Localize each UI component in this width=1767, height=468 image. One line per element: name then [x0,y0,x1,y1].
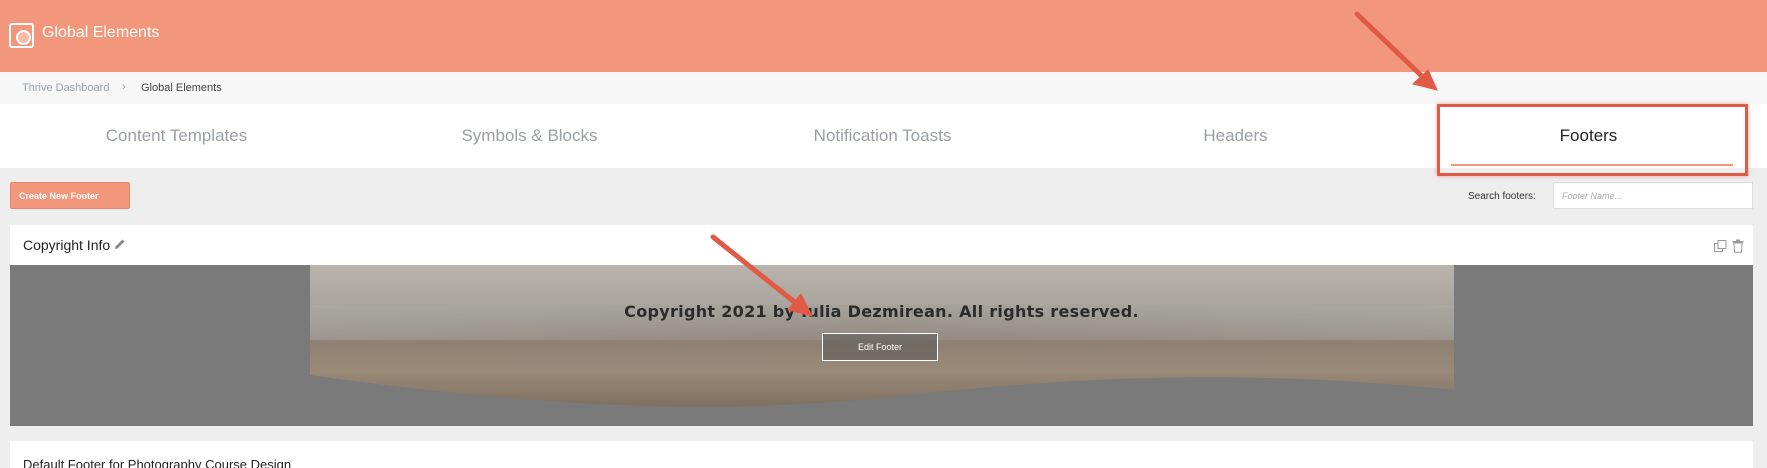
annotation-highlight-box [1437,104,1748,176]
create-new-footer-button[interactable]: Create New Footer [10,182,130,209]
footer-card: Copyright Info Copyright 2021 by Iulia D… [10,225,1753,426]
tab-content-templates[interactable]: Content Templates [0,104,353,168]
app-title: Global Elements [42,24,160,41]
breadcrumb-dashboard-link[interactable]: Thrive Dashboard [22,82,109,94]
search-input[interactable] [1553,182,1753,209]
footer-preview[interactable]: Copyright 2021 by Iulia Dezmirean. All r… [10,265,1753,426]
breadcrumb: Thrive Dashboard › Global Elements [0,72,1767,104]
tab-headers[interactable]: Headers [1059,104,1412,168]
duplicate-icon[interactable] [1714,240,1727,253]
chevron-right-icon: › [122,81,126,93]
breadcrumb-current: Global Elements [141,82,222,94]
footer-card: Default Footer for Photography Course De… [10,441,1753,468]
edit-footer-button[interactable]: Edit Footer [822,333,938,361]
footer-title: Copyright Info [23,237,111,253]
search-label: Search footers: [1468,191,1536,202]
thrive-logo-icon [9,23,34,48]
tab-symbols-blocks[interactable]: Symbols & Blocks [353,104,706,168]
tab-notification-toasts[interactable]: Notification Toasts [706,104,1059,168]
footer-copyright-text: Copyright 2021 by Iulia Dezmirean. All r… [624,302,1139,321]
footer-title: Default Footer for Photography Course De… [23,457,292,468]
footer-wave-shape [310,375,1454,426]
trash-icon[interactable] [1732,239,1744,253]
top-bar: Global Elements [0,0,1767,72]
pencil-icon[interactable] [113,237,127,251]
